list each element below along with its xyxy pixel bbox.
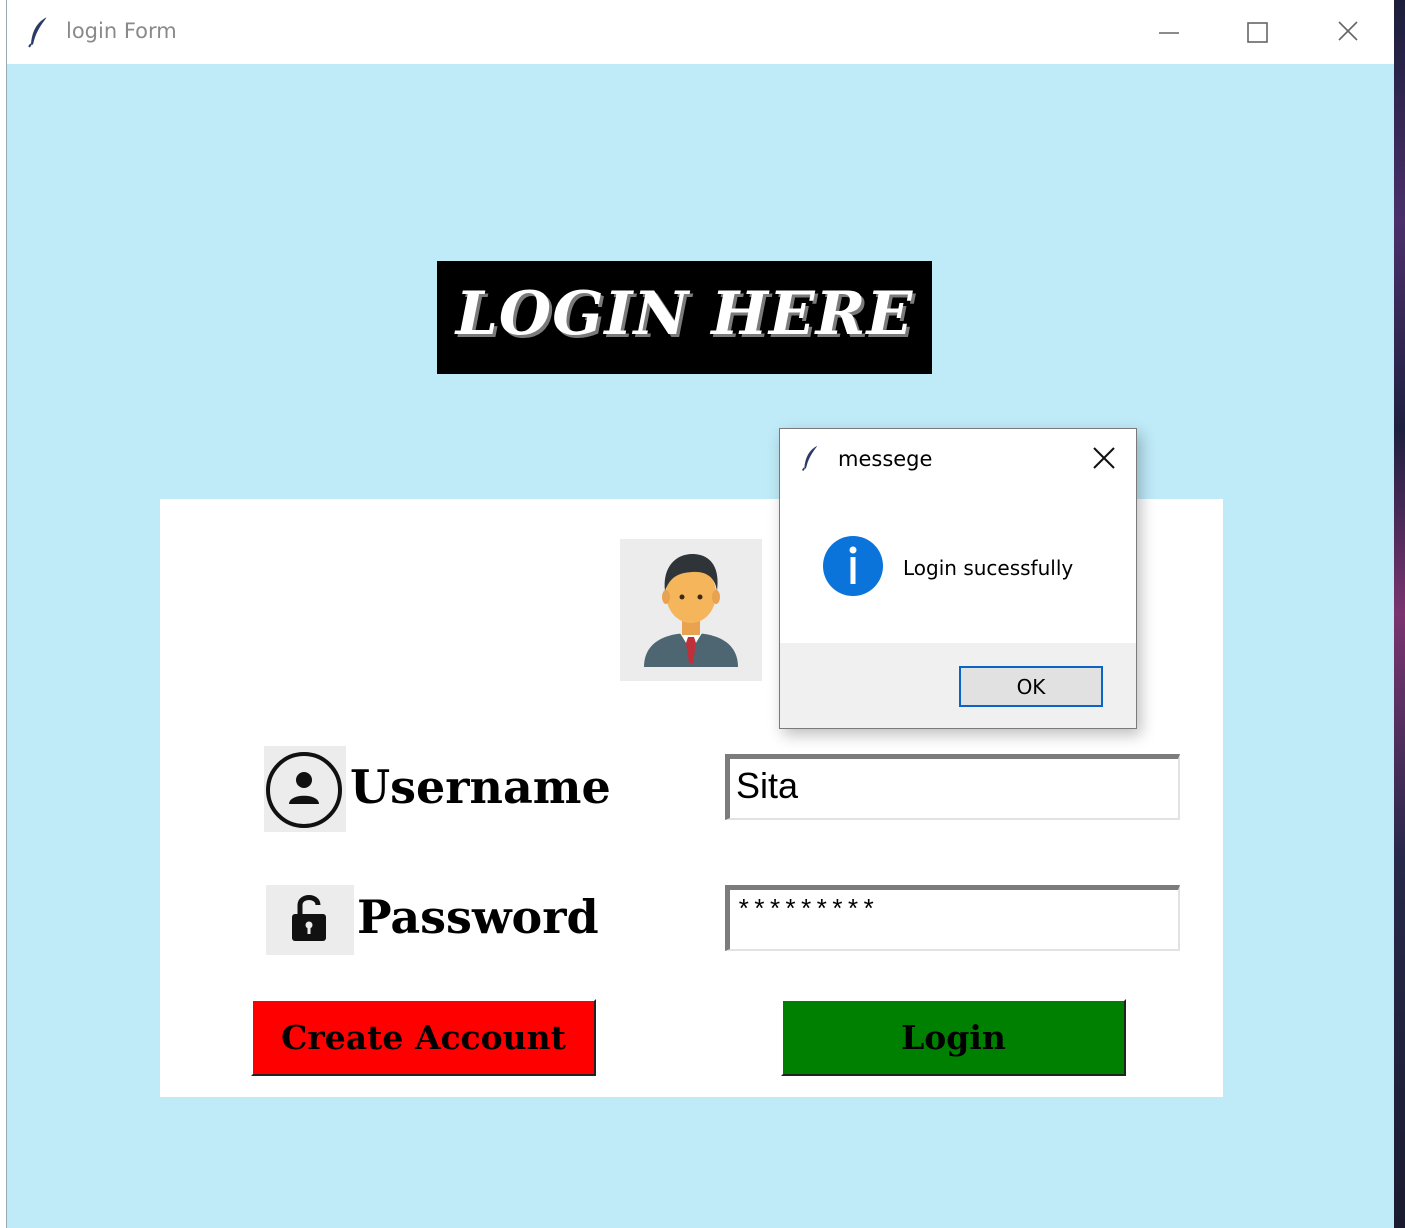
dialog-message: Login sucessfully <box>903 556 1074 580</box>
dialog-title: messege <box>838 447 933 471</box>
info-icon <box>823 536 883 596</box>
businessman-avatar-icon <box>644 553 738 667</box>
close-icon[interactable] <box>1089 443 1119 473</box>
user-circle-icon <box>266 752 342 828</box>
feather-icon <box>28 16 48 48</box>
message-dialog: messege Login sucessfully OK <box>779 428 1137 729</box>
password-value: ********* <box>736 896 877 926</box>
username-input[interactable]: Sita <box>725 754 1180 820</box>
close-icon[interactable] <box>1327 14 1367 50</box>
avatar <box>620 539 762 681</box>
title-bar[interactable]: login Form <box>7 0 1394 64</box>
password-icon-box <box>266 885 354 955</box>
minimize-icon[interactable] <box>1147 14 1187 50</box>
username-label: Username <box>350 760 611 814</box>
login-banner: LOGIN HERE <box>437 261 932 374</box>
password-label: Password <box>357 890 599 944</box>
username-icon-box <box>264 746 346 832</box>
padlock-icon <box>292 895 326 941</box>
maximize-icon[interactable] <box>1237 14 1277 50</box>
create-account-button[interactable]: Create Account <box>251 999 596 1076</box>
banner-text: LOGIN HERE <box>455 279 914 349</box>
ok-button[interactable]: OK <box>959 666 1103 707</box>
login-button[interactable]: Login <box>781 999 1126 1076</box>
username-value: Sita <box>736 765 799 806</box>
password-input[interactable]: ********* <box>725 885 1180 951</box>
window-title: login Form <box>66 19 177 43</box>
feather-icon <box>801 445 819 471</box>
desktop-background <box>1393 0 1405 1228</box>
